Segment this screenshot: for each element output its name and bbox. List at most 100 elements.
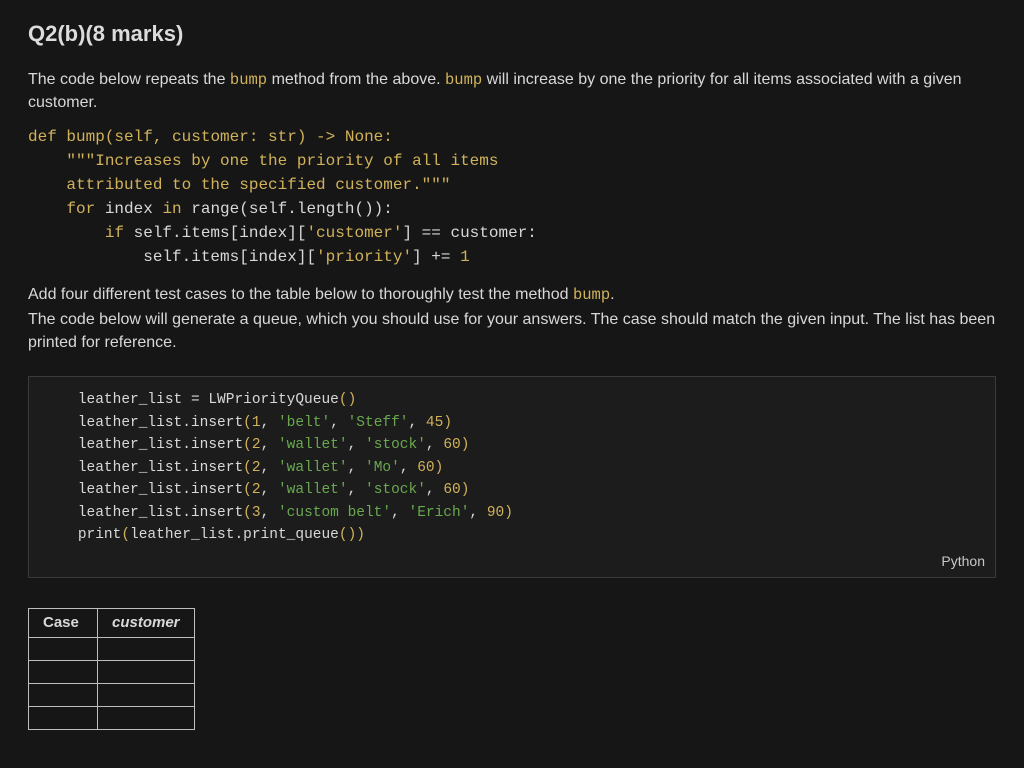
- comma: ,: [330, 415, 347, 431]
- code-text: ] +=: [412, 248, 460, 266]
- inline-code-bump: bump: [445, 71, 482, 89]
- number-literal: 1: [252, 415, 261, 431]
- string-literal: 'stock': [365, 437, 426, 453]
- number-literal: 2: [252, 460, 261, 476]
- comma: ,: [261, 415, 278, 431]
- code-text: leather_list: [78, 482, 182, 498]
- code-text: .insert: [182, 460, 243, 476]
- code-text: leather_list: [78, 505, 182, 521]
- comma: ,: [348, 482, 365, 498]
- text: The code below repeats the: [28, 71, 230, 88]
- table-row: [29, 706, 195, 729]
- col-case-header: Case: [29, 609, 98, 638]
- code-text: .print_queue: [234, 527, 338, 543]
- comma: ,: [469, 505, 486, 521]
- code-text: leather_list: [130, 527, 234, 543]
- indent: [43, 482, 78, 498]
- paren: ): [435, 460, 444, 476]
- code-text: leather_list: [78, 460, 182, 476]
- paren: (: [243, 505, 252, 521]
- kw-for: for: [28, 200, 95, 218]
- code-text: index: [95, 200, 162, 218]
- string-literal: 'custom belt': [278, 505, 391, 521]
- kw-def: def: [28, 128, 57, 146]
- number-literal: 3: [252, 505, 261, 521]
- paren: ): [348, 392, 357, 408]
- cell-customer: [98, 683, 195, 706]
- paren: (: [243, 482, 252, 498]
- text: Add four different test cases to the tab…: [28, 286, 573, 303]
- cell-case: [29, 637, 98, 660]
- comma: ,: [348, 437, 365, 453]
- document-page: Q2(b)(8 marks) The code below repeats th…: [0, 0, 1024, 758]
- paren: (: [243, 460, 252, 476]
- paren: ): [348, 527, 357, 543]
- number-literal: 90: [487, 505, 504, 521]
- comma: ,: [426, 482, 443, 498]
- string-literal: 'Steff': [348, 415, 409, 431]
- comma: ,: [261, 505, 278, 521]
- string-literal: 'stock': [365, 482, 426, 498]
- string-literal: 'wallet': [278, 460, 348, 476]
- number-literal: 60: [443, 482, 460, 498]
- code-text: leather_list: [78, 415, 182, 431]
- code-text: ] == customer:: [402, 224, 536, 242]
- code-text: .insert: [182, 415, 243, 431]
- docstring: """Increases by one the priority of all …: [28, 152, 498, 170]
- cell-case: [29, 660, 98, 683]
- table-row: [29, 683, 195, 706]
- code-text: .insert: [182, 482, 243, 498]
- paren: (: [243, 437, 252, 453]
- cell-case: [29, 706, 98, 729]
- code-text: LWPriorityQueue: [200, 392, 339, 408]
- instructions-paragraph-1: Add four different test cases to the tab…: [28, 283, 996, 306]
- comma: ,: [391, 505, 408, 521]
- code-language-label: Python: [941, 551, 985, 571]
- table-header-row: Case customer: [29, 609, 195, 638]
- op: =: [191, 392, 200, 408]
- number-literal: 2: [252, 437, 261, 453]
- table-row: [29, 637, 195, 660]
- code-text: print: [78, 527, 122, 543]
- kw-if: if: [28, 224, 124, 242]
- comma: ,: [409, 415, 426, 431]
- comma: ,: [426, 437, 443, 453]
- inline-code-bump: bump: [230, 71, 267, 89]
- kw-in: in: [162, 200, 181, 218]
- string-literal: 'belt': [278, 415, 330, 431]
- text: .: [610, 286, 614, 303]
- indent: [43, 437, 78, 453]
- setup-code-box: leather_list = LWPriorityQueue() leather…: [28, 376, 996, 578]
- indent: [43, 415, 78, 431]
- number-literal: 60: [443, 437, 460, 453]
- code-text: leather_list: [78, 437, 182, 453]
- indent: [43, 527, 78, 543]
- intro-paragraph: The code below repeats the bump method f…: [28, 68, 996, 115]
- text: method from the above.: [267, 71, 445, 88]
- col-customer-header: customer: [98, 609, 195, 638]
- comma: ,: [400, 460, 417, 476]
- paren: (: [243, 415, 252, 431]
- paren: ): [356, 527, 365, 543]
- paren: (: [339, 392, 348, 408]
- number-literal: 45: [426, 415, 443, 431]
- code-text: bump(self, customer: str) -> None:: [57, 128, 393, 146]
- paren: ): [461, 437, 470, 453]
- indent: [43, 392, 78, 408]
- test-cases-table: Case customer: [28, 608, 195, 730]
- number-literal: 60: [417, 460, 434, 476]
- paren: (: [121, 527, 130, 543]
- paren: ): [461, 482, 470, 498]
- string-literal: 'Erich': [409, 505, 470, 521]
- code-text: .insert: [182, 437, 243, 453]
- indent: [43, 505, 78, 521]
- cell-customer: [98, 706, 195, 729]
- question-heading: Q2(b)(8 marks): [28, 18, 996, 50]
- code-text: leather_list: [78, 392, 191, 408]
- comma: ,: [261, 437, 278, 453]
- string-literal: 'priority': [316, 248, 412, 266]
- bump-method-code: def bump(self, customer: str) -> None: "…: [28, 125, 996, 269]
- cell-customer: [98, 637, 195, 660]
- code-text: self.items[index][: [28, 248, 316, 266]
- code-text: .insert: [182, 505, 243, 521]
